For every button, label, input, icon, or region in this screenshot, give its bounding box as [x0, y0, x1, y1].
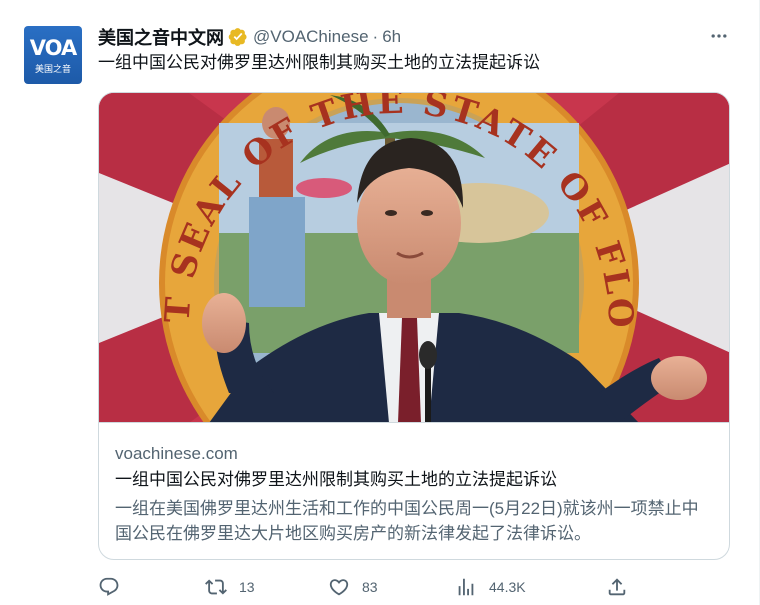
- avatar-subtitle: 美国之音: [34, 64, 71, 74]
- retweet-button[interactable]: 13: [205, 572, 255, 602]
- tweet[interactable]: VOA 美国之音 美国之音中文网 @VOAChinese · 6h 一组中国公民…: [0, 0, 760, 605]
- action-bar: 13 83 44.3K: [98, 572, 638, 602]
- link-card[interactable]: GREAT SEAL OF THE STATE OF FLORIDA: [98, 92, 730, 560]
- like-button[interactable]: 83: [328, 572, 378, 602]
- card-domain: voachinese.com: [115, 444, 238, 463]
- views-count: 44.3K: [489, 579, 526, 595]
- reply-icon: [99, 577, 119, 596]
- verified-badge-icon[interactable]: [228, 27, 248, 47]
- tweet-text: 一组中国公民对佛罗里达州限制其购买土地的立法提起诉讼: [98, 53, 540, 72]
- voa-logo: VOA: [29, 36, 77, 60]
- retweet-count: 13: [239, 579, 255, 595]
- views-icon: [458, 578, 474, 596]
- views-button[interactable]: 44.3K: [455, 572, 526, 602]
- like-icon: [329, 579, 349, 596]
- handle[interactable]: @VOAChinese: [253, 27, 369, 47]
- card-body[interactable]: voachinese.com 一组中国公民对佛罗里达州限制其购买土地的立法提起诉…: [99, 424, 729, 559]
- display-name[interactable]: 美国之音中文网: [98, 24, 224, 50]
- share-button[interactable]: [606, 572, 628, 602]
- share-icon: [608, 578, 626, 596]
- avatar[interactable]: VOA 美国之音: [24, 26, 82, 84]
- tweet-header: 美国之音中文网 @VOAChinese · 6h: [98, 26, 401, 48]
- reply-button[interactable]: [98, 572, 120, 602]
- like-count: 83: [362, 579, 378, 595]
- more-options-icon[interactable]: [707, 24, 731, 48]
- retweet-icon: [205, 579, 227, 595]
- timestamp[interactable]: 6h: [382, 27, 401, 47]
- separator-dot: ·: [372, 27, 379, 46]
- card-image[interactable]: GREAT SEAL OF THE STATE OF FLORIDA: [99, 93, 729, 423]
- card-title: 一组中国公民对佛罗里达州限制其购买土地的立法提起诉讼: [115, 470, 557, 489]
- card-description: 一组在美国佛罗里达州生活和工作的中国公民周一(5月22日)就该州一项禁止中国公民…: [115, 499, 699, 543]
